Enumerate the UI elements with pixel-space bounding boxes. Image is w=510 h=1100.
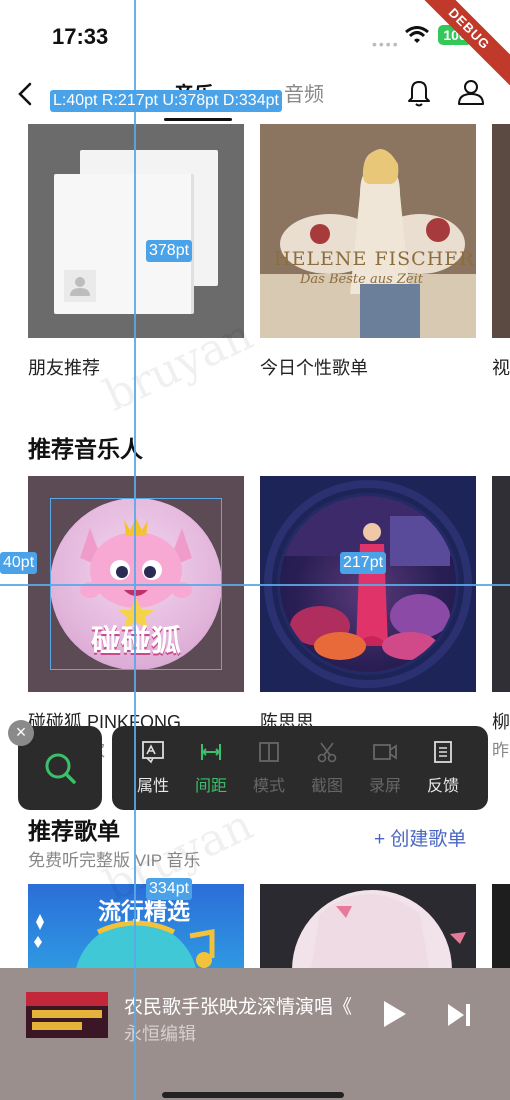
- tool-label: 截图: [310, 778, 343, 795]
- tab-active-indicator: [164, 118, 232, 121]
- record-icon: [373, 744, 397, 760]
- tool-attributes[interactable]: 属性: [124, 740, 182, 796]
- close-inspector-button[interactable]: ×: [8, 720, 34, 746]
- home-indicator: [162, 1092, 344, 1098]
- mini-player-cover: [26, 992, 108, 1038]
- tool-spacing[interactable]: 间距: [182, 740, 240, 796]
- attributes-icon: [142, 741, 164, 764]
- tool-screenshot[interactable]: 截图: [298, 740, 356, 796]
- next-track-icon[interactable]: [444, 1000, 474, 1030]
- playlist-card-partial[interactable]: [492, 884, 510, 974]
- inspector-toolbar: 属性 间距 模式 截图 录屏 反馈: [112, 726, 488, 810]
- feedback-icon: [434, 741, 452, 763]
- video-card-label: 视: [492, 358, 510, 378]
- scissors-icon: [317, 742, 337, 763]
- user-icon[interactable]: [456, 76, 486, 108]
- tool-label: 反馈: [426, 778, 459, 795]
- spacing-up-tag: 378pt: [146, 240, 193, 262]
- spacing-left-tag: 40pt: [0, 552, 38, 574]
- tool-feedback[interactable]: 反馈: [414, 740, 472, 796]
- daily-playlist-card[interactable]: HELENE FISCHER Das Beste aus Zeit: [260, 124, 476, 338]
- wifi-icon: [405, 26, 429, 43]
- mini-player-cover-art: [26, 992, 108, 1038]
- friend-recommend-label: 朋友推荐: [28, 358, 100, 378]
- tool-label: 录屏: [368, 778, 401, 795]
- daily-playlist-cover: [260, 124, 476, 338]
- cover-subtext: Das Beste aus Zeit: [300, 272, 423, 287]
- tab-audio[interactable]: 音频: [284, 78, 324, 107]
- bell-icon[interactable]: [404, 76, 434, 108]
- mini-player[interactable]: 农民歌手张映龙深情演唱《 永恒编辑: [0, 968, 510, 1100]
- friend-recommend-card[interactable]: [28, 124, 244, 338]
- avatar-placeholder-icon: [64, 270, 96, 302]
- artist-name: 柳: [492, 712, 510, 732]
- tool-mode[interactable]: 模式: [240, 740, 298, 796]
- mode-icon: [259, 742, 279, 762]
- anime-cover-detail: [310, 894, 466, 974]
- tool-label: 模式: [252, 778, 285, 795]
- playlist-section-title: 推荐歌单: [28, 818, 120, 844]
- tool-label: 间距: [194, 778, 227, 795]
- spacing-right-tag: 217pt: [340, 552, 387, 574]
- back-arrow-icon[interactable]: [12, 76, 42, 110]
- status-time: 17:33: [52, 24, 109, 49]
- signal-icon: ••••: [372, 36, 400, 52]
- spacing-summary-tag: L:40pt R:217pt U:378pt D:334pt: [50, 90, 282, 112]
- mini-player-title: 农民歌手张映龙深情演唱《: [124, 997, 353, 1018]
- playlist-card-anime[interactable]: [260, 884, 476, 974]
- artists-section-title: 推荐音乐人: [28, 436, 143, 462]
- cover-text: HELENE FISCHER: [274, 248, 475, 270]
- spacing-down-tag: 334pt: [146, 878, 193, 900]
- artist-subtitle: 昨: [492, 741, 509, 760]
- tool-record[interactable]: 录屏: [356, 740, 414, 796]
- selected-element-outline: [50, 498, 222, 670]
- play-icon[interactable]: [380, 998, 408, 1030]
- daily-playlist-label: 今日个性歌单: [260, 358, 368, 378]
- status-bar: 17:33 •••• 100 DEBUG: [0, 0, 510, 90]
- tool-label: 属性: [136, 778, 169, 795]
- spacing-icon: [201, 744, 221, 760]
- video-card-partial[interactable]: [492, 124, 510, 338]
- create-playlist-button[interactable]: + 创建歌单: [374, 824, 466, 851]
